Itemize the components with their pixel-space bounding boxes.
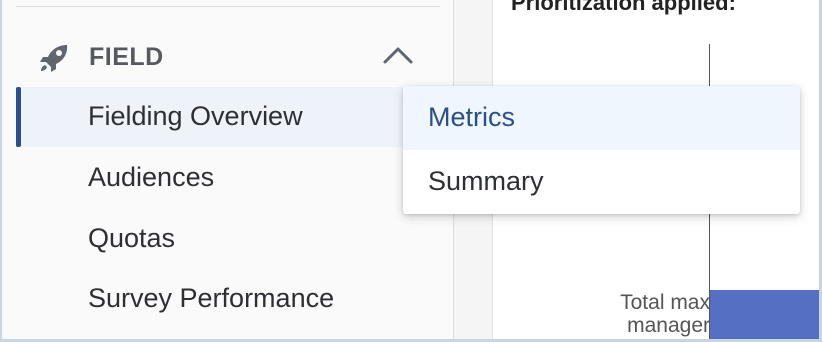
chevron-up-icon[interactable] — [382, 44, 414, 66]
submenu-dropdown: Metrics Summary — [403, 86, 800, 214]
chart-bar[interactable] — [710, 290, 819, 339]
menu-item-label: Summary — [428, 166, 544, 196]
bar-label-line1: Total max — [620, 291, 710, 314]
sidebar-item-survey-performance[interactable]: Survey Performance — [16, 269, 436, 329]
field-section-header[interactable]: FIELD — [16, 30, 436, 82]
sidebar-item-label: Quotas — [88, 223, 176, 253]
sidebar-divider — [16, 6, 440, 7]
sidebar-item-fielding-overview[interactable]: Fielding Overview — [16, 87, 436, 147]
menu-item-label: Metrics — [428, 102, 515, 132]
sidebar-item-quotas[interactable]: Quotas — [16, 209, 436, 269]
bar-label-line2: manager — [627, 314, 710, 337]
menu-item-metrics[interactable]: Metrics — [403, 86, 800, 150]
sidebar-item-label: Audiences — [88, 162, 215, 192]
sidebar: FIELD Fielding Overview Audiences Quotas… — [2, 0, 454, 339]
sidebar-item-label: Fielding Overview — [88, 101, 303, 131]
menu-item-summary[interactable]: Summary — [403, 150, 800, 214]
bar-label: Total max manager — [550, 291, 710, 337]
app-frame: FIELD Fielding Overview Audiences Quotas… — [2, 0, 819, 342]
sidebar-item-label: Survey Performance — [88, 283, 335, 313]
section-title: FIELD — [89, 43, 164, 71]
sidebar-item-audiences[interactable]: Audiences — [16, 148, 436, 208]
panel-title: Prioritization applied: — [511, 0, 736, 15]
rocket-icon — [40, 45, 68, 72]
